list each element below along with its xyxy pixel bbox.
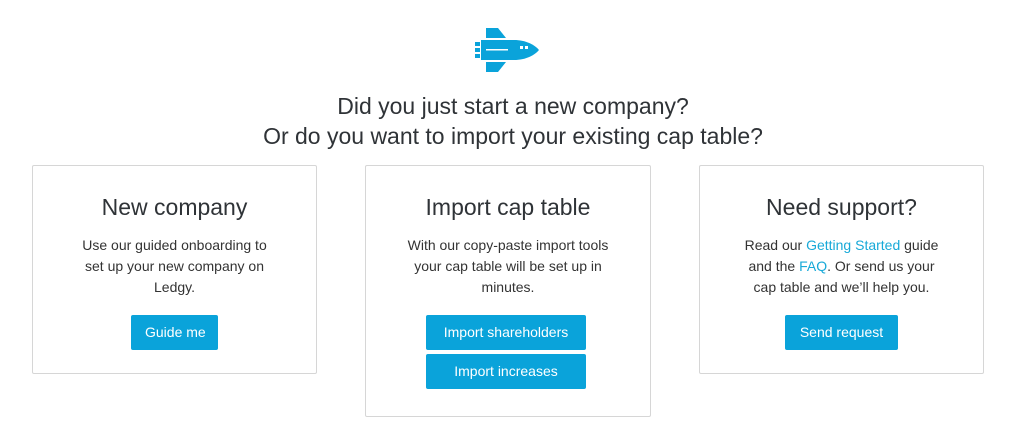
need-support-title: Need support?: [766, 194, 917, 220]
need-support-description: Read our Getting Started guide and the F…: [736, 235, 947, 298]
import-shareholders-button[interactable]: Import shareholders: [426, 315, 586, 350]
getting-started-link[interactable]: Getting Started: [806, 237, 900, 253]
import-cap-table-description: With our copy-paste import tools your ca…: [407, 237, 609, 295]
import-cap-table-title: Import cap table: [425, 194, 591, 220]
new-company-card: New company Use our guided onboarding to…: [32, 165, 317, 374]
support-text-1: Read our: [744, 237, 807, 253]
page-headline: Did you just start a new company? Or do …: [0, 91, 1026, 151]
guide-me-button[interactable]: Guide me: [131, 315, 218, 350]
new-company-description: Use our guided onboarding to set up your…: [82, 237, 267, 295]
import-cap-table-card: Import cap table With our copy-paste imp…: [365, 165, 651, 417]
send-request-button[interactable]: Send request: [785, 315, 898, 350]
need-support-card: Need support? Read our Getting Started g…: [699, 165, 984, 374]
headline-line-1: Did you just start a new company?: [337, 93, 689, 119]
headline-line-2: Or do you want to import your existing c…: [263, 123, 763, 149]
import-increases-button[interactable]: Import increases: [426, 354, 586, 389]
new-company-title: New company: [101, 194, 248, 220]
faq-link[interactable]: FAQ: [799, 258, 827, 274]
space-shuttle-icon: [472, 26, 542, 74]
